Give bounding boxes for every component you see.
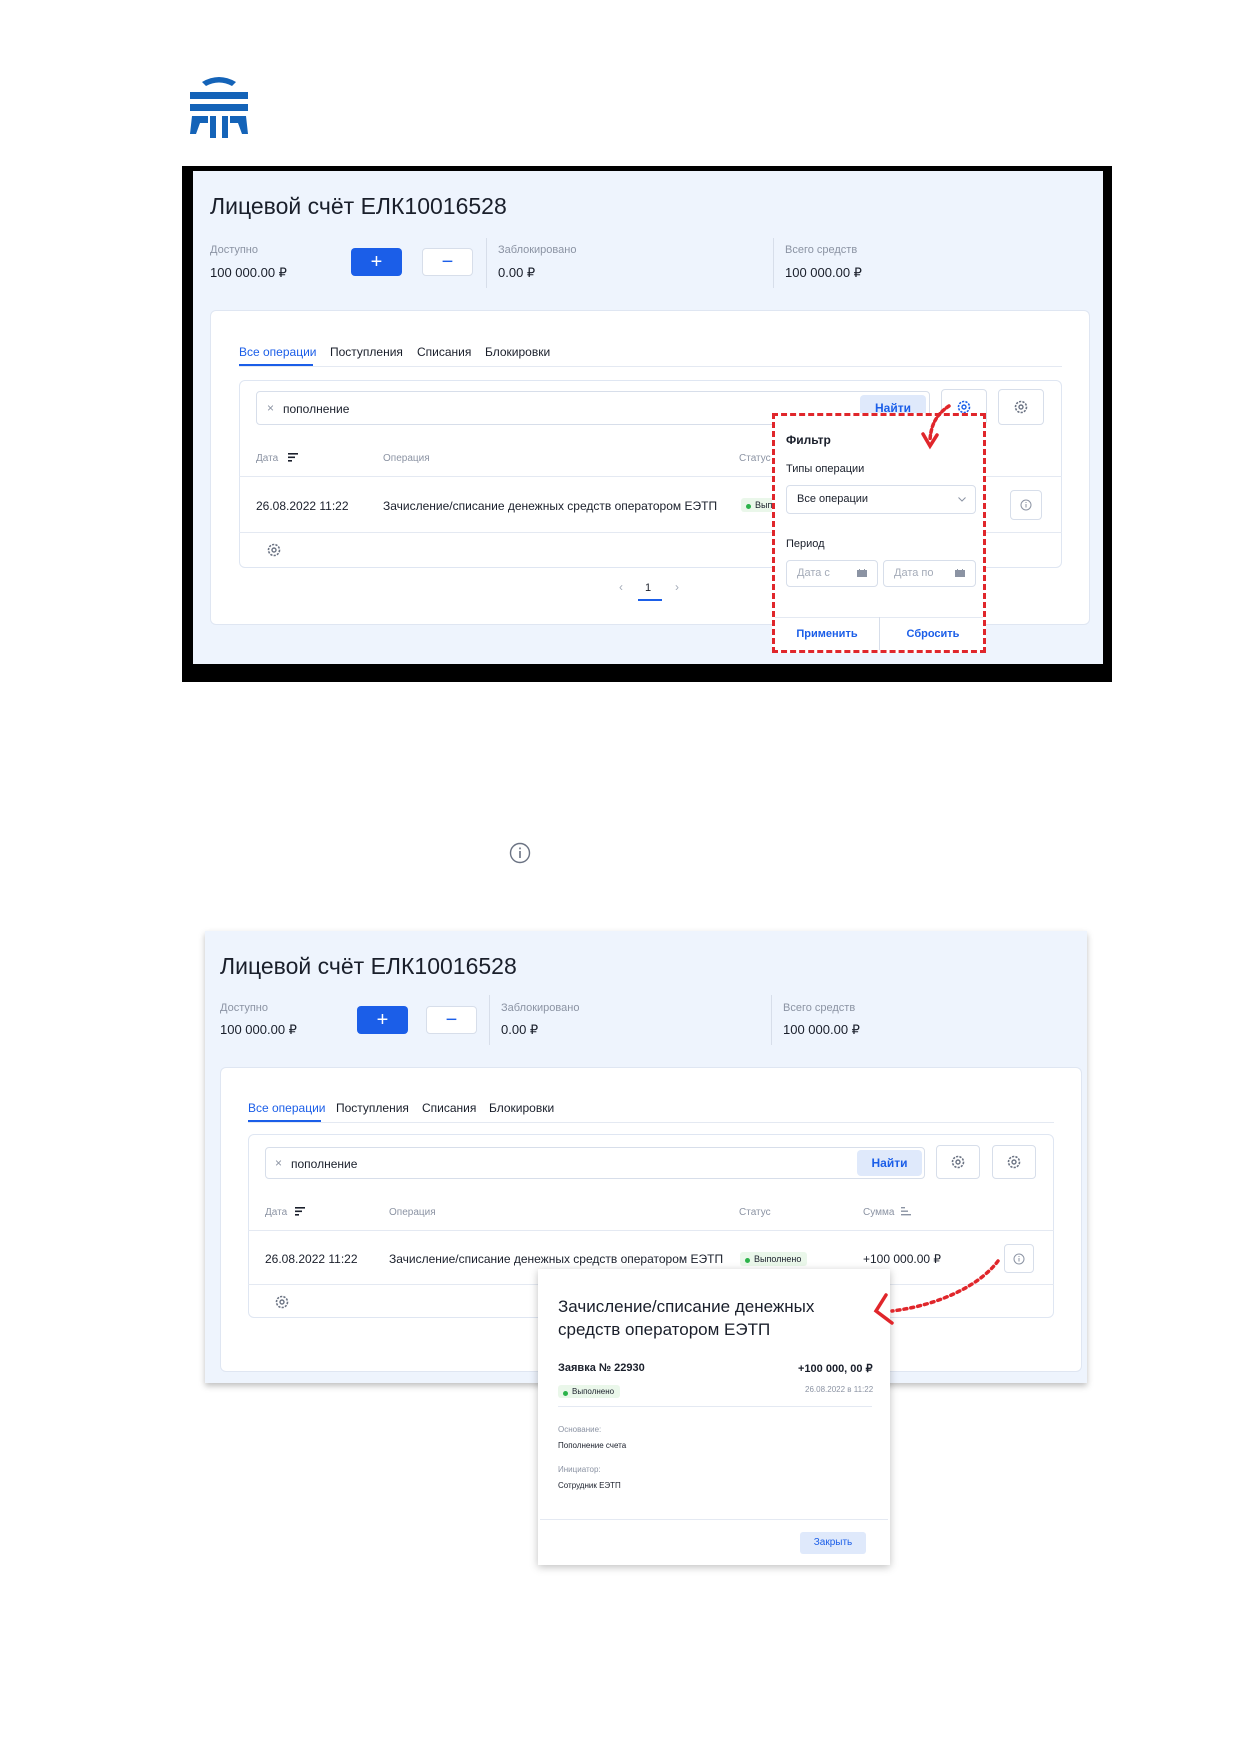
tab-blocks[interactable]: Блокировки (489, 1101, 554, 1115)
tab-all-operations[interactable]: Все операции (239, 345, 316, 359)
apply-filter-button[interactable]: Применить (779, 628, 875, 640)
clear-search-icon[interactable]: × (267, 401, 274, 415)
withdraw-button[interactable]: − (426, 1006, 477, 1034)
table-settings-button[interactable] (260, 1287, 304, 1316)
status-badge: Выполнено (558, 1385, 621, 1398)
available-label: Доступно (220, 1002, 269, 1014)
settings-button[interactable] (998, 389, 1044, 425)
page-title: Лицевой счёт ЕЛК10016528 (220, 953, 517, 979)
blocked-value: 0.00 ₽ (501, 1022, 539, 1037)
tabs-divider (239, 366, 1062, 367)
status-badge: Выполнено (740, 1252, 808, 1266)
modal-divider (558, 1406, 872, 1407)
row-date: 26.08.2022 11:22 (256, 499, 349, 513)
gear-icon (951, 1155, 965, 1169)
request-number: Заявка № 22930 (558, 1362, 645, 1374)
table-settings-button[interactable] (252, 535, 296, 565)
available-label: Доступно (210, 244, 259, 256)
period-label: Период (786, 538, 825, 550)
column-status: Статус (739, 1207, 771, 1218)
tab-blocks[interactable]: Блокировки (485, 345, 550, 359)
operation-types-label: Типы операции (786, 463, 865, 475)
divider (486, 238, 487, 288)
modal-footer-divider (540, 1519, 888, 1520)
page-number[interactable]: 1 (645, 582, 651, 594)
available-value: 100 000.00 ₽ (220, 1022, 297, 1037)
blocked-label: Заблокировано (501, 1002, 580, 1014)
gear-icon (1014, 400, 1028, 414)
details-button[interactable] (1010, 490, 1042, 520)
filter-button[interactable] (936, 1145, 980, 1179)
tab-withdrawals[interactable]: Списания (417, 345, 471, 359)
column-operation: Операция (389, 1207, 436, 1218)
sort-icon[interactable] (901, 1207, 911, 1216)
column-operation: Операция (383, 453, 430, 464)
blocked-label: Заблокировано (498, 244, 577, 256)
initiator-value: Сотрудник ЕЭТП (558, 1481, 621, 1490)
basis-label: Основание: (558, 1425, 602, 1434)
search-value: пополнение (283, 402, 350, 416)
total-label: Всего средств (785, 244, 858, 256)
divider (773, 238, 774, 288)
withdraw-button[interactable]: − (422, 248, 473, 276)
search-value: пополнение (291, 1157, 358, 1171)
filter-actions-divider (879, 617, 880, 650)
prev-page-button[interactable]: ‹ (619, 580, 623, 594)
blocked-value: 0.00 ₽ (498, 265, 536, 280)
top-up-button[interactable]: + (351, 248, 402, 276)
column-amount[interactable]: Сумма (863, 1207, 894, 1218)
total-label: Всего средств (783, 1002, 856, 1014)
tab-income[interactable]: Поступления (330, 345, 403, 359)
modal-datetime: 26.08.2022 в 11:22 (805, 1385, 874, 1394)
close-button[interactable]: Закрыть (800, 1532, 866, 1554)
gear-icon (267, 543, 281, 557)
column-status: Статус (739, 453, 771, 464)
settings-button[interactable] (992, 1145, 1036, 1179)
modal-amount: +100 000, 00 ₽ (798, 1363, 873, 1375)
basis-value: Пополнение счета (558, 1441, 627, 1450)
find-button[interactable]: Найти (857, 1150, 922, 1176)
tab-withdrawals[interactable]: Списания (422, 1101, 476, 1115)
search-input[interactable] (265, 1147, 925, 1179)
row-date: 26.08.2022 11:22 (265, 1252, 358, 1266)
next-page-button[interactable]: › (675, 580, 679, 594)
calendar-icon[interactable] (857, 569, 867, 577)
tab-income[interactable]: Поступления (336, 1101, 409, 1115)
header-divider (248, 1230, 1054, 1231)
page-indicator (638, 599, 662, 601)
available-value: 100 000.00 ₽ (210, 265, 287, 280)
row-operation: Зачисление/списание денежных средств опе… (389, 1252, 724, 1266)
info-icon (509, 842, 531, 864)
company-logo-icon (190, 77, 248, 138)
sort-icon[interactable] (288, 453, 298, 462)
chevron-down-icon (958, 497, 966, 502)
modal-title: Зачисление/списание денежных средств опе… (558, 1297, 815, 1339)
total-value: 100 000.00 ₽ (785, 265, 862, 280)
info-icon (1020, 499, 1032, 511)
annotation-arrow (921, 404, 951, 450)
divider (771, 995, 772, 1045)
annotation-arrow (873, 1259, 1000, 1325)
column-date[interactable]: Дата (256, 453, 278, 464)
row-operation: Зачисление/списание денежных средств опе… (383, 499, 718, 513)
sort-icon[interactable] (295, 1207, 305, 1216)
top-up-button[interactable]: + (357, 1006, 408, 1034)
operation-types-select[interactable]: Все операции (786, 485, 976, 514)
clear-search-icon[interactable]: × (275, 1156, 282, 1170)
operation-types-value: Все операции (797, 493, 869, 505)
total-value: 100 000.00 ₽ (783, 1022, 860, 1037)
page-title: Лицевой счёт ЕЛК10016528 (210, 193, 507, 219)
filter-title: Фильтр (786, 433, 831, 447)
reset-filter-button[interactable]: Сбросить (884, 628, 982, 640)
initiator-label: Инициатор: (558, 1465, 601, 1474)
column-date[interactable]: Дата (265, 1207, 287, 1218)
calendar-icon[interactable] (955, 569, 965, 577)
gear-icon (275, 1295, 289, 1308)
gear-icon (1007, 1155, 1021, 1169)
divider (489, 995, 490, 1045)
tab-all-operations[interactable]: Все операции (248, 1101, 325, 1115)
info-icon (1013, 1253, 1025, 1264)
tabs-divider (248, 1122, 1054, 1123)
